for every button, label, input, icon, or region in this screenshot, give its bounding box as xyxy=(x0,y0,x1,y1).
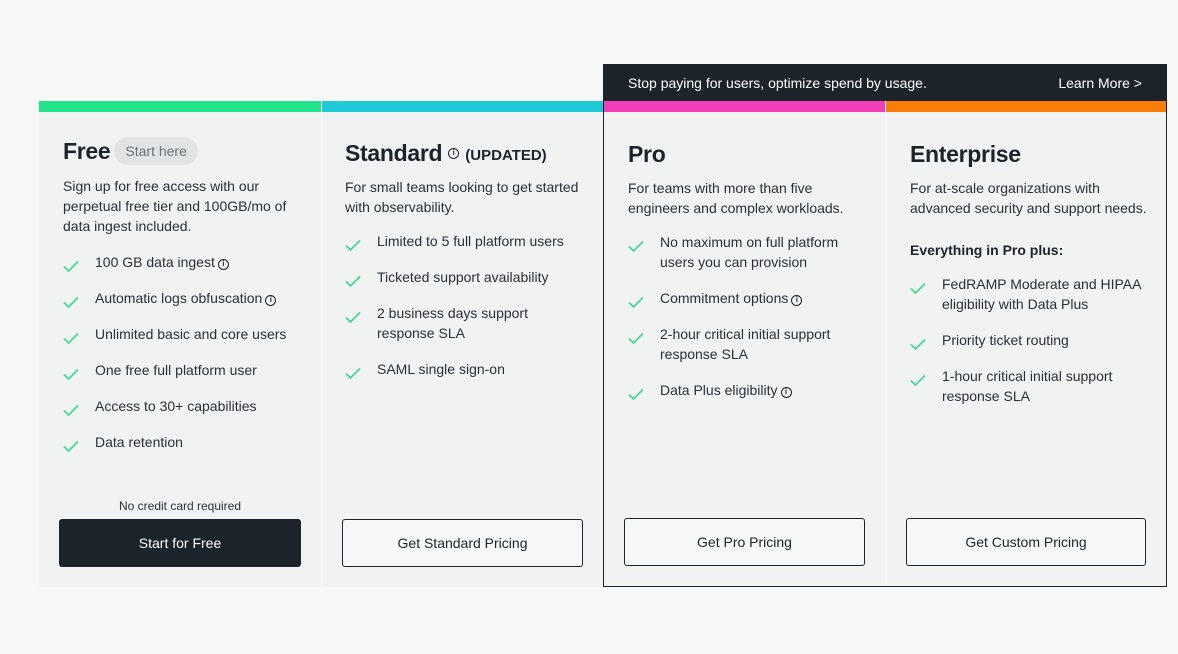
feature-list: 100 GB data ingest i Automatic logs obfus… xyxy=(63,252,303,452)
promo-banner: Stop paying for users, optimize spend by… xyxy=(603,64,1167,101)
pricing-plans: Free Start here Sign up for free access … xyxy=(39,101,1167,587)
feature-item: 1-hour critical initial support response… xyxy=(910,366,1149,406)
feature-item: Access to 30+ capabilities xyxy=(63,396,303,416)
info-icon[interactable]: i xyxy=(217,258,229,270)
feature-text: 100 GB data ingest xyxy=(95,254,215,270)
feature-text: Unlimited basic and core users xyxy=(95,326,287,342)
info-icon[interactable]: i xyxy=(265,294,277,306)
plan-description: For small teams looking to get started w… xyxy=(345,179,579,215)
check-icon xyxy=(63,288,95,308)
everything-in-pro-heading: Everything in Pro plus: xyxy=(910,242,1064,258)
check-icon xyxy=(63,432,95,452)
plan-title: Free xyxy=(63,137,111,164)
feature-text: Data Plus eligibility xyxy=(660,382,778,398)
feature-item: 100 GB data ingest i xyxy=(63,252,303,272)
plan-description: Sign up for free access with our perpetu… xyxy=(63,178,287,234)
feature-text: Access to 30+ capabilities xyxy=(95,398,257,414)
check-icon xyxy=(628,288,660,308)
feature-text: No maximum on full platform users you ca… xyxy=(660,234,839,270)
feature-text: SAML single sign-on xyxy=(377,361,505,377)
check-icon xyxy=(910,274,942,294)
feature-item: Ticketed support availability xyxy=(345,267,585,287)
updated-tag: (UPDATED) xyxy=(465,146,547,164)
plan-card-standard: Standard i (UPDATED) For small teams loo… xyxy=(322,101,603,587)
feature-text: Automatic logs obfuscation xyxy=(95,290,263,306)
no-credit-card-note: No credit card required xyxy=(118,499,242,513)
check-icon xyxy=(628,232,660,252)
feature-text: Commitment options xyxy=(660,290,789,306)
feature-list: No maximum on full platform users you ca… xyxy=(628,232,867,400)
feature-item: Automatic logs obfuscation i xyxy=(63,288,303,308)
plan-title: Enterprise xyxy=(910,140,1021,167)
check-icon xyxy=(345,231,377,251)
plan-color-bar xyxy=(886,101,1167,112)
plan-title: Standard xyxy=(345,139,443,166)
check-icon xyxy=(345,267,377,287)
promo-banner-text: Stop paying for users, optimize spend by… xyxy=(628,74,927,91)
feature-item: 2-hour critical initial support response… xyxy=(628,324,867,364)
feature-text: Priority ticket routing xyxy=(942,332,1069,348)
plan-color-bar xyxy=(604,101,885,112)
check-icon xyxy=(628,324,660,344)
feature-text: Ticketed support availability xyxy=(377,269,549,285)
get-standard-pricing-button[interactable]: Get Standard Pricing xyxy=(342,519,583,567)
feature-item: Data retention xyxy=(63,432,303,452)
plan-description: For at-scale organizations with advanced… xyxy=(910,180,1147,216)
feature-item: Priority ticket routing xyxy=(910,330,1149,350)
info-icon[interactable]: i xyxy=(780,386,792,398)
info-icon[interactable]: i xyxy=(448,147,460,159)
check-icon xyxy=(910,366,942,386)
feature-text: FedRAMP Moderate and HIPAA eligibility w… xyxy=(942,276,1141,312)
feature-list: Limited to 5 full platform users Tickete… xyxy=(345,231,585,379)
check-icon xyxy=(63,396,95,416)
get-pro-pricing-button[interactable]: Get Pro Pricing xyxy=(624,518,865,566)
feature-text: 1-hour critical initial support response… xyxy=(942,368,1113,404)
feature-item: 2 business days support response SLA xyxy=(345,303,585,343)
plan-card-pro: Pro For teams with more than five engine… xyxy=(604,101,885,587)
feature-item: SAML single sign-on xyxy=(345,359,585,379)
plan-color-bar xyxy=(322,101,603,112)
feature-list: FedRAMP Moderate and HIPAA eligibility w… xyxy=(910,274,1149,406)
feature-item: Data Plus eligibility i xyxy=(628,380,867,400)
feature-item: FedRAMP Moderate and HIPAA eligibility w… xyxy=(910,274,1149,314)
feature-text: Data retention xyxy=(95,434,183,450)
check-icon xyxy=(63,324,95,344)
feature-item: One free full platform user xyxy=(63,360,303,380)
check-icon xyxy=(63,252,95,272)
check-icon xyxy=(345,303,377,323)
plan-color-bar xyxy=(39,101,321,112)
plan-description: For teams with more than five engineers … xyxy=(628,180,844,216)
plan-title: Pro xyxy=(628,140,666,167)
feature-item: Limited to 5 full platform users xyxy=(345,231,585,251)
feature-item: No maximum on full platform users you ca… xyxy=(628,232,867,272)
check-icon xyxy=(345,359,377,379)
plan-card-enterprise: Enterprise For at-scale organizations wi… xyxy=(886,101,1167,587)
check-icon xyxy=(63,360,95,380)
learn-more-link[interactable]: Learn More > xyxy=(1058,75,1142,91)
start-here-badge: Start here xyxy=(114,137,198,165)
info-icon[interactable]: i xyxy=(791,294,803,306)
start-for-free-button[interactable]: Start for Free xyxy=(59,519,301,567)
feature-text: One free full platform user xyxy=(95,362,257,378)
check-icon xyxy=(628,380,660,400)
feature-text: Limited to 5 full platform users xyxy=(377,233,564,249)
feature-item: Commitment options i xyxy=(628,288,867,308)
feature-item: Unlimited basic and core users xyxy=(63,324,303,344)
check-icon xyxy=(910,330,942,350)
feature-text: 2 business days support response SLA xyxy=(377,305,528,341)
plan-card-free: Free Start here Sign up for free access … xyxy=(39,101,321,587)
get-custom-pricing-button[interactable]: Get Custom Pricing xyxy=(906,518,1146,566)
feature-text: 2-hour critical initial support response… xyxy=(660,326,831,362)
